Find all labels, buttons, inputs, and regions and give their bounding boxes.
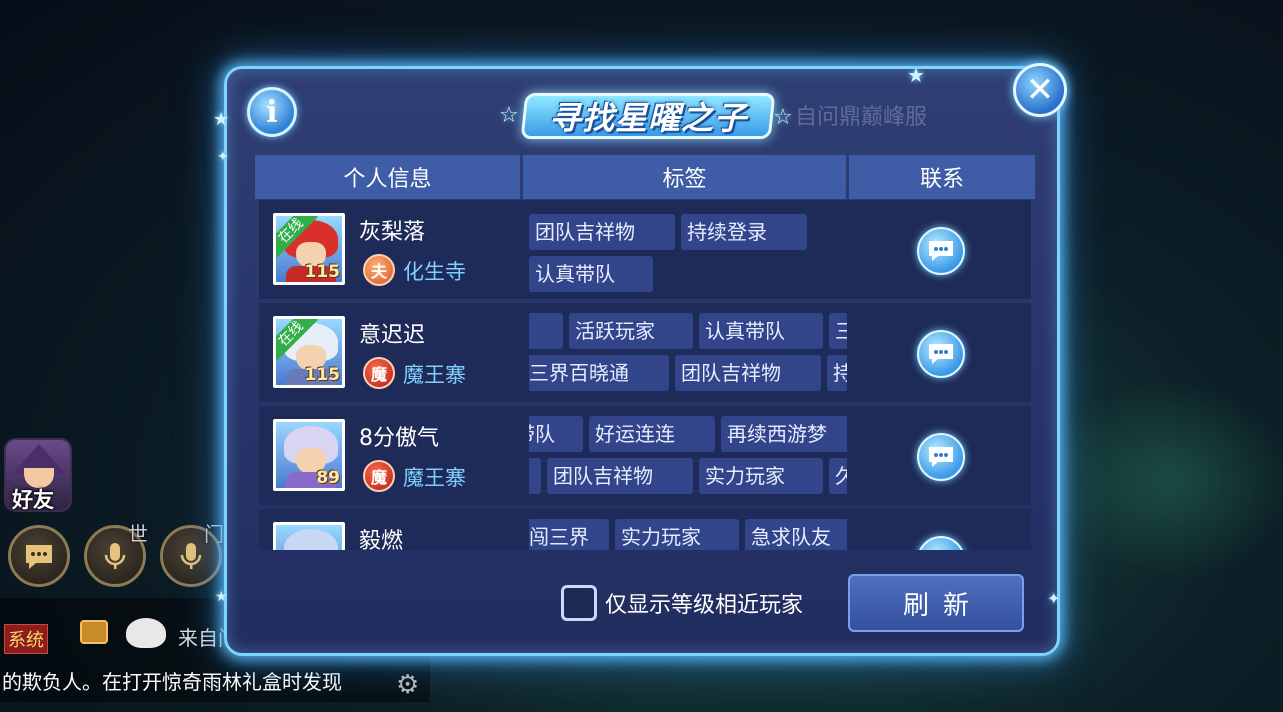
player-tag: 团队吉祥物 <box>675 355 821 391</box>
player-level: 115 <box>304 365 341 385</box>
sect-emblem-icon: 魔 <box>363 357 395 389</box>
tag-list: 带队 好运连连 再续西游梦 团队吉祥物 实力玩家 久 <box>529 406 847 505</box>
server-name-ghost: 自问鼎巅峰服 <box>795 105 928 130</box>
system-tag: 系统 <box>4 624 48 654</box>
player-avatar[interactable]: 在线 115 <box>273 316 345 388</box>
friend-label: 好友 <box>12 488 54 512</box>
world-channel-tag: 世 <box>128 522 148 546</box>
player-list[interactable]: 在线 115 灰梨落 夫 化生寺 团队吉祥物 持续登录 认真带队 在线 115 … <box>255 200 1035 550</box>
player-row[interactable]: 在线 115 灰梨落 夫 化生寺 团队吉祥物 持续登录 认真带队 <box>259 200 1031 299</box>
player-row[interactable]: 在线 115 意迟迟 魔 魔王寨 失 活跃玩家 认真带队 三 三界百晓通 团队吉… <box>259 303 1031 402</box>
player-tag: 认真带队 <box>699 313 823 349</box>
avatar-hair <box>284 529 338 550</box>
player-tag: 三界百晓通 <box>529 355 669 391</box>
player-avatar[interactable]: 89 <box>273 419 345 491</box>
microphone-icon <box>180 543 202 569</box>
tag-list: 团队吉祥物 持续登录 认真带队 <box>529 200 847 299</box>
chat-button[interactable] <box>8 525 70 587</box>
column-header-contact: 联系 <box>849 155 1035 199</box>
player-name: 意迟迟 <box>359 323 426 348</box>
player-tag: 持续登录 <box>681 214 807 250</box>
player-tag: 闯三界 <box>529 519 609 550</box>
background-glow <box>1040 380 1283 580</box>
player-level: 89 <box>316 468 340 488</box>
dialog-title-banner: ☆ ☆ 寻找星曜之子 <box>499 87 793 145</box>
player-tag: 团队吉祥物 <box>547 458 693 494</box>
player-tag: 久 <box>829 458 847 494</box>
gear-icon[interactable]: ⚙ <box>396 670 419 700</box>
dialog-title: 寻找星曜之子 <box>548 99 747 137</box>
player-tag: 实力玩家 <box>699 458 823 494</box>
chat-bubble-icon <box>929 344 953 364</box>
star-icon: ★ <box>907 63 925 87</box>
player-tag <box>529 458 541 494</box>
star-icon: ★ <box>215 589 228 605</box>
column-header-tags: 标签 <box>523 155 846 199</box>
chat-bubble-icon <box>929 241 953 261</box>
player-row[interactable]: 89 8分傲气 魔 魔王寨 带队 好运连连 再续西游梦 团队吉祥物 实力玩家 久 <box>259 406 1031 505</box>
player-tag: 好运连连 <box>589 416 715 452</box>
player-tag: 团队吉祥物 <box>529 214 675 250</box>
player-tag: 实力玩家 <box>615 519 739 550</box>
chat-line: 的欺负人。在打开惊奇雨林礼盒时发现 <box>2 670 342 694</box>
chat-bubble-icon <box>929 447 953 467</box>
table-header: 个人信息 标签 联系 <box>255 155 1035 199</box>
star-icon: ✦ <box>217 149 229 165</box>
player-tag: 持 <box>827 355 847 391</box>
chat-bubble-icon <box>926 547 956 550</box>
sect-name: 化生寺 <box>403 260 466 284</box>
star-icon: ☆ <box>499 103 519 128</box>
player-tag: 再续西游梦 <box>721 416 847 452</box>
player-row[interactable]: 毅燃 闯三界 实力玩家 急求队友 <box>259 509 1031 550</box>
level-filter[interactable]: 仅显示等级相近玩家 <box>561 585 803 621</box>
contact-button[interactable] <box>917 227 965 275</box>
sect-channel-tag: 门 <box>204 522 224 546</box>
contact-button[interactable] <box>917 330 965 378</box>
star-icon: ✦ <box>1047 589 1061 608</box>
player-level: 115 <box>304 262 341 282</box>
level-filter-checkbox[interactable] <box>561 585 597 621</box>
column-header-info: 个人信息 <box>255 155 520 199</box>
player-tag: 带队 <box>529 416 583 452</box>
player-tag: 认真带队 <box>529 256 653 292</box>
chat-bubble-icon <box>26 545 52 569</box>
gift-box-icon <box>80 620 108 644</box>
player-name: 8分傲气 <box>359 426 439 451</box>
level-filter-label: 仅显示等级相近玩家 <box>605 593 804 618</box>
player-tag: 活跃玩家 <box>569 313 693 349</box>
star-icon: ★ <box>213 109 230 130</box>
player-tag: 急求队友 <box>745 519 847 550</box>
sect-name: 魔王寨 <box>403 466 466 490</box>
player-tag: 失 <box>529 313 563 349</box>
info-button[interactable]: i <box>247 87 297 137</box>
sect-name: 魔王寨 <box>403 363 466 387</box>
player-avatar[interactable]: 在线 115 <box>273 213 345 285</box>
contact-button[interactable] <box>917 433 965 481</box>
pet-emoji-icon <box>126 618 166 648</box>
refresh-button[interactable]: 刷新 <box>848 574 1024 632</box>
find-star-child-dialog: ★ ✦ ★ ✦ ★ i ☆ ☆ 寻找星曜之子 自问鼎巅峰服 ✕ 个人信息 标签 … <box>213 63 1067 656</box>
contact-button[interactable] <box>917 536 965 550</box>
sect-emblem-icon: 魔 <box>363 460 395 492</box>
close-button[interactable]: ✕ <box>1013 63 1067 117</box>
star-icon: ☆ <box>773 105 793 130</box>
microphone-icon <box>104 543 126 569</box>
player-avatar[interactable] <box>273 522 345 550</box>
sect-emblem-icon: 夫 <box>363 254 395 286</box>
tag-list: 失 活跃玩家 认真带队 三 三界百晓通 团队吉祥物 持 <box>529 303 847 402</box>
player-name: 灰梨落 <box>359 220 426 245</box>
player-name: 毅燃 <box>359 529 404 550</box>
player-tag: 三 <box>829 313 847 349</box>
tag-list: 闯三界 实力玩家 急求队友 <box>529 509 847 550</box>
